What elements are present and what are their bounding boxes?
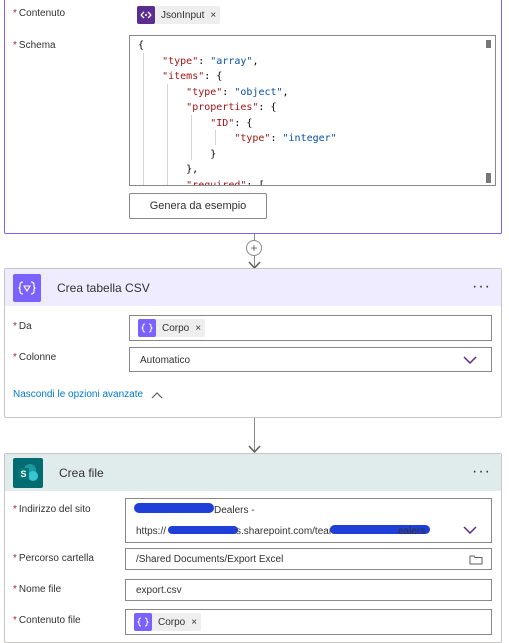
schema-code: { "type": "array", "items": { "type": "o… (138, 38, 337, 186)
file-card-title: Crea file (59, 465, 104, 480)
chevron-down-icon (463, 526, 477, 534)
chevron-down-icon (463, 356, 477, 364)
file-content-label: * Contenuto file (13, 615, 81, 626)
more-options-icon[interactable]: ··· (472, 463, 491, 481)
schema-scrollbar[interactable] (486, 40, 491, 183)
folder-icon[interactable] (469, 554, 483, 565)
more-options-icon[interactable]: ··· (472, 278, 491, 296)
file-name-field[interactable]: export.csv (125, 579, 492, 601)
arrow-down-icon (248, 445, 261, 453)
file-name-label: * Nome file (13, 584, 62, 595)
schema-code-line: "type": "integer" (234, 133, 337, 144)
data-operation-icon (13, 273, 41, 302)
from-field[interactable]: Corpo × (129, 315, 492, 341)
schema-code-line: "required": [ (186, 179, 265, 186)
json-input-token[interactable]: JsonInput × (137, 6, 221, 24)
schema-code-line: "type": "object", (186, 86, 289, 98)
redaction (134, 503, 214, 513)
folder-path-field[interactable]: /Shared Documents/Export Excel (125, 548, 492, 570)
file-card-header[interactable]: S Crea file ··· (5, 454, 501, 491)
schema-code-line: "items": { (162, 71, 223, 82)
schema-code-line: } (138, 148, 217, 160)
chevron-up-icon (151, 391, 163, 398)
parse-json-icon (137, 6, 155, 24)
generate-from-sample-button[interactable]: Genera da esempio (129, 193, 267, 219)
sharepoint-icon: S (13, 457, 43, 488)
site-address-select[interactable]: Dealers - https:// s.sharepoint.com/team… (125, 498, 492, 543)
expression-icon (134, 613, 152, 631)
columns-select[interactable]: Automatico (129, 347, 492, 372)
parse-json-card: * Contenuto JsonInput × * Schema { "type":… (4, 0, 502, 234)
hide-advanced-options-link[interactable]: Nascondi le opzioni avanzate (13, 389, 163, 400)
folder-path-label: * Percorso cartella (13, 553, 94, 564)
columns-label: * Colonne (13, 352, 57, 363)
add-step-button[interactable]: + (246, 240, 262, 256)
create-file-card: S Crea file ··· * Indirizzo del sito Deal… (4, 453, 502, 643)
expression-icon (138, 319, 156, 337)
csv-card-header[interactable]: Crea tabella CSV ··· (5, 269, 501, 306)
csv-card-title: Crea tabella CSV (57, 280, 150, 295)
create-csv-card: Crea tabella CSV ··· * Da Corpo × * Colonn… (4, 268, 502, 418)
schema-editor[interactable]: { "type": "array", "items": { "type": "o… (129, 35, 496, 186)
content-label: * Contenuto (13, 8, 66, 19)
remove-token-icon[interactable]: × (195, 323, 201, 334)
file-content-field[interactable]: Corpo × (125, 609, 492, 635)
redaction (168, 526, 238, 534)
site-address-label: * Indirizzo del sito (13, 504, 91, 515)
schema-code-line: "ID": { (210, 117, 253, 129)
remove-token-icon[interactable]: × (210, 10, 216, 21)
schema-code-line: }, (138, 164, 199, 175)
schema-label: * Schema (13, 40, 56, 51)
content-field[interactable]: JsonInput × (129, 3, 496, 29)
remove-token-icon[interactable]: × (191, 617, 197, 628)
schema-code-line: "type": "array", (162, 55, 259, 67)
schema-code-line: { (138, 40, 145, 51)
body-token[interactable]: Corpo × (138, 319, 206, 337)
svg-text:S: S (21, 469, 27, 479)
body-token[interactable]: Corpo × (134, 613, 202, 631)
schema-code-line: "properties": { (186, 102, 277, 113)
from-label: * Da (13, 321, 32, 332)
